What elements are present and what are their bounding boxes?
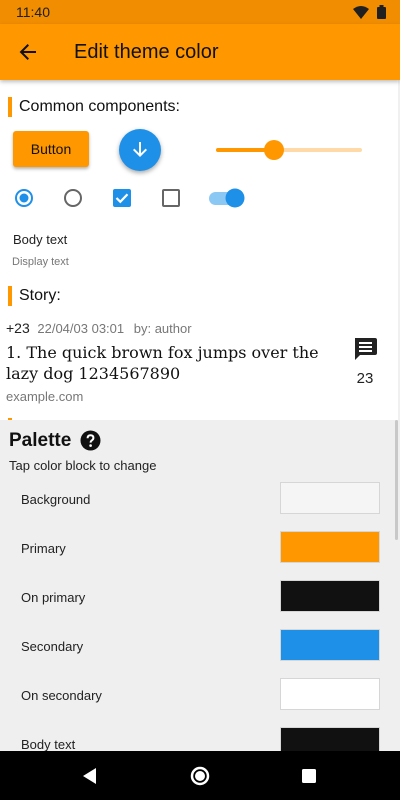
section-header-common: Common components: — [8, 97, 180, 117]
body-text-sample: Body text — [13, 232, 68, 247]
palette-row-secondary: Secondary — [0, 629, 400, 665]
palette-label: Secondary — [21, 639, 84, 654]
palette-row-on-secondary: On secondary — [0, 678, 400, 714]
color-swatch-secondary[interactable] — [280, 629, 380, 661]
color-swatch-body-text[interactable] — [280, 727, 380, 751]
palette-row-background: Background — [0, 482, 400, 518]
palette-hint: Tap color block to change — [9, 458, 157, 473]
checkbox-unchecked[interactable] — [161, 188, 181, 208]
sample-fab[interactable] — [119, 129, 161, 171]
color-swatch-primary[interactable] — [280, 531, 380, 563]
story-meta: +23 22/04/03 03:01 by: author — [6, 320, 192, 336]
story-date: 22/04/03 03:01 — [37, 321, 125, 336]
palette-row-body-text: Body text — [0, 727, 400, 751]
color-swatch-background[interactable] — [280, 482, 380, 514]
preview-content[interactable]: Common components: Button Body text Disp… — [0, 80, 400, 420]
sample-slider[interactable] — [216, 140, 362, 160]
palette-label: On secondary — [21, 688, 102, 703]
recents-square-icon[interactable] — [298, 765, 320, 787]
status-time: 11:40 — [16, 4, 50, 20]
back-triangle-icon[interactable] — [80, 765, 102, 787]
display-text-sample: Display text — [12, 256, 69, 268]
app-bar: Edit theme color — [0, 24, 400, 80]
home-circle-icon[interactable] — [189, 765, 211, 787]
palette-panel[interactable]: Palette Tap color block to change Backgr… — [0, 420, 400, 751]
color-swatch-on-primary[interactable] — [280, 580, 380, 612]
scrollbar[interactable] — [395, 420, 398, 540]
story-title[interactable]: 1. The quick brown fox jumps over the la… — [6, 342, 336, 384]
checkbox-checked[interactable] — [112, 188, 132, 208]
back-button[interactable] — [10, 34, 46, 70]
status-icons — [353, 5, 386, 19]
radio-button-unchecked[interactable] — [63, 188, 83, 208]
sample-button[interactable]: Button — [13, 131, 89, 167]
switch-on[interactable] — [208, 188, 246, 208]
story-author: by: author — [133, 321, 192, 336]
page-title: Edit theme color — [74, 41, 219, 63]
palette-label: Body text — [21, 737, 76, 751]
comment-icon[interactable] — [352, 336, 378, 362]
palette-row-on-primary: On primary — [0, 580, 400, 616]
battery-icon — [377, 5, 386, 19]
palette-title: Palette — [9, 430, 72, 451]
system-nav-bar — [0, 751, 400, 800]
color-swatch-on-secondary[interactable] — [280, 678, 380, 710]
arrow-down-icon — [133, 142, 147, 157]
radio-button-checked[interactable] — [14, 188, 34, 208]
section-title: Common components: — [19, 98, 180, 115]
comment-count[interactable]: 23 — [344, 370, 386, 387]
palette-label: Primary — [21, 541, 66, 556]
section-title: Story: — [19, 287, 61, 304]
help-icon[interactable] — [80, 430, 101, 451]
palette-label: On primary — [21, 590, 86, 605]
palette-row-primary: Primary — [0, 531, 400, 567]
slider-thumb[interactable] — [264, 140, 285, 160]
wifi-icon — [353, 5, 369, 19]
story-domain: example.com — [6, 389, 84, 404]
section-header-story: Story: — [8, 286, 61, 306]
arrow-back-icon — [19, 44, 36, 60]
section-accent-bar — [8, 97, 12, 117]
status-bar: 11:40 — [0, 0, 400, 24]
palette-label: Background — [21, 492, 91, 507]
section-accent-bar — [8, 286, 12, 306]
story-score: +23 — [6, 320, 30, 336]
